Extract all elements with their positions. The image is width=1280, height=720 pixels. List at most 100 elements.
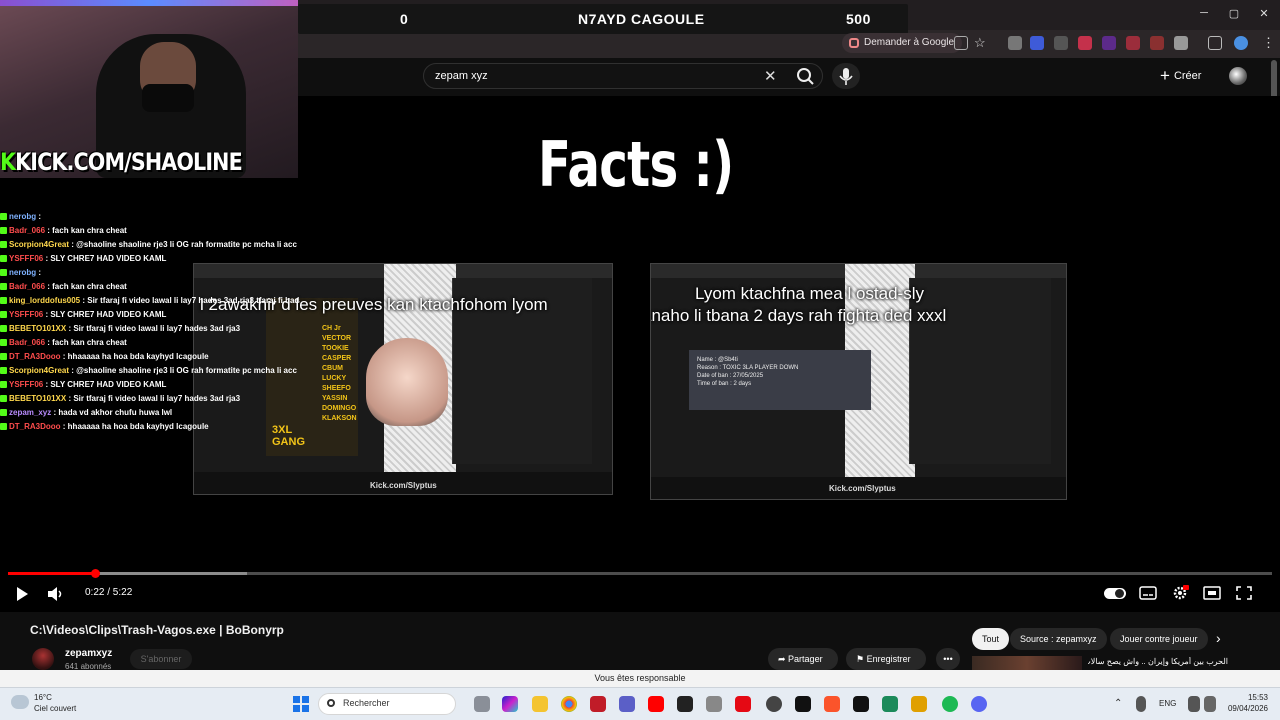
chip-all[interactable]: Tout: [972, 628, 1010, 650]
chat-message: Badr_066 : fach kan chra cheat: [0, 280, 300, 294]
chat-message: YSFFF06 : SLY CHRE7 HAD VIDEO KAML: [0, 252, 300, 266]
chat-message: nerobg :: [0, 210, 300, 224]
file-explorer-icon[interactable]: [532, 696, 548, 712]
wifi-icon[interactable]: [1188, 696, 1200, 712]
app-icon[interactable]: [590, 696, 606, 712]
chat-username: BEBETO101XX: [9, 324, 67, 333]
kick-watermark: Kick.com/Slyptus: [829, 484, 896, 493]
chat-username: YSFFF06: [9, 254, 44, 263]
clock-time[interactable]: 15:53: [1220, 693, 1268, 702]
extension-icon[interactable]: [1102, 36, 1116, 50]
chrome-icon[interactable]: [561, 696, 577, 712]
ask-google-button[interactable]: Demander à Google: [842, 33, 963, 53]
youtube-icon[interactable]: [648, 696, 664, 712]
profile-icon[interactable]: [1234, 36, 1248, 50]
extension-icon[interactable]: [1078, 36, 1092, 50]
video-screenshot-right: Name : @Sb4ti Reason : TOXIC 3LA PLAYER …: [650, 263, 1067, 500]
teams-icon[interactable]: [619, 696, 635, 712]
chip-versus[interactable]: Jouer contre joueur: [1110, 628, 1208, 650]
app-icon[interactable]: [853, 696, 869, 712]
theater-mode-icon[interactable]: [1203, 585, 1221, 601]
volume-icon[interactable]: [47, 586, 63, 602]
microphone-icon[interactable]: [1136, 696, 1146, 712]
recommended-title[interactable]: الحرب بين أمريكا وإيران .. واش يصح سالات: [1088, 657, 1228, 666]
app-icon[interactable]: [795, 696, 811, 712]
app-icon[interactable]: [766, 696, 782, 712]
subtitles-icon[interactable]: [1139, 585, 1157, 601]
maximize-button[interactable]: ▢: [1224, 7, 1244, 20]
close-window-button[interactable]: ✕: [1254, 7, 1274, 20]
video-overlay-title: Facts :): [538, 128, 734, 201]
create-button[interactable]: + Créer: [1160, 66, 1201, 86]
minimize-button[interactable]: ─: [1194, 7, 1214, 19]
subscribe-button[interactable]: S'abonner: [130, 649, 192, 669]
channel-avatar[interactable]: [32, 648, 54, 670]
chat-message: DT_RA3Dooo : hhaaaaa ha hoa bda kayhyd l…: [0, 350, 300, 364]
windows-start-icon[interactable]: [293, 696, 309, 712]
discord-icon[interactable]: [971, 696, 987, 712]
create-label: Créer: [1173, 69, 1202, 82]
chat-message: king_lorddofus005 : Sir tfaraj fi video …: [0, 294, 300, 308]
search-query: zepam xyz: [435, 70, 488, 82]
autoplay-toggle[interactable]: [1104, 588, 1126, 599]
clock-date[interactable]: 09/04/2026: [1220, 704, 1268, 713]
share-button[interactable]: ➦ Partager: [768, 648, 838, 670]
netflix-icon[interactable]: [735, 696, 751, 712]
star-icon[interactable]: ☆: [974, 36, 988, 50]
more-actions-button[interactable]: •••: [936, 648, 960, 670]
chip-source[interactable]: Source : zepamxyz: [1010, 628, 1107, 650]
play-icon[interactable]: [14, 586, 30, 602]
windows-taskbar: [0, 687, 1280, 720]
avatar[interactable]: [1229, 67, 1247, 85]
kebab-menu-icon[interactable]: ⋮: [1262, 36, 1276, 50]
task-view-icon[interactable]: [474, 696, 490, 712]
taskbar-search-input[interactable]: Rechercher: [318, 693, 456, 715]
app-icon[interactable]: [706, 696, 722, 712]
plus-icon: +: [1160, 66, 1170, 85]
search-icon[interactable]: [794, 66, 818, 86]
chat-message: Scorpion4Great : @shaoline shaoline rje3…: [0, 238, 300, 252]
cast-icon[interactable]: [954, 36, 968, 50]
chat-badge-icon: [0, 353, 7, 360]
search-icon: [327, 699, 335, 707]
search-input[interactable]: zepam xyz ✕: [423, 63, 823, 89]
app-icon[interactable]: [882, 696, 898, 712]
save-button[interactable]: ⚑ Enregistrer: [846, 648, 926, 670]
settings-gear-icon[interactable]: [1171, 585, 1189, 601]
app-icon[interactable]: [677, 696, 693, 712]
ask-google-label: Demander à Google: [864, 37, 955, 48]
microphone-icon[interactable]: [832, 63, 860, 89]
tray-chevron-icon[interactable]: ⌃: [1114, 696, 1126, 712]
chat-username: Badr_066: [9, 282, 46, 291]
extension-icon[interactable]: [1126, 36, 1140, 50]
recommended-thumbnail[interactable]: [972, 656, 1082, 670]
extension-icon[interactable]: [1030, 36, 1044, 50]
chat-username: BEBETO101XX: [9, 394, 67, 403]
input-language[interactable]: ENG: [1159, 699, 1176, 708]
progress-scrubber[interactable]: [91, 569, 100, 578]
kick-channel-banner: KKICK.COM/SHAOLINE: [0, 148, 258, 180]
chat-separator: :: [36, 268, 41, 277]
chat-badge-icon: [0, 325, 7, 332]
overlay-title: N7AYD CAGOULE: [578, 11, 705, 27]
speaker-icon[interactable]: [1204, 696, 1216, 712]
spotify-icon[interactable]: [942, 696, 958, 712]
channel-name[interactable]: zepamxyz: [65, 648, 112, 659]
chat-text: SLY CHRE7 HAD VIDEO KAML: [50, 254, 167, 263]
clear-search-icon[interactable]: ✕: [764, 67, 777, 85]
app-icon[interactable]: [911, 696, 927, 712]
puzzle-icon[interactable]: [1208, 36, 1222, 50]
extension-icon[interactable]: [1008, 36, 1022, 50]
extension-icon[interactable]: [1150, 36, 1164, 50]
extension-icon[interactable]: [1054, 36, 1068, 50]
copilot-icon[interactable]: [502, 696, 518, 712]
weather-description[interactable]: Ciel couvert: [34, 704, 76, 713]
weather-temperature[interactable]: 16°C: [34, 693, 52, 702]
chat-username: nerobg: [9, 268, 37, 277]
extension-icon[interactable]: [1174, 36, 1188, 50]
chevron-right-icon[interactable]: ›: [1216, 630, 1221, 646]
fullscreen-icon[interactable]: [1235, 585, 1253, 601]
chat-message: BEBETO101XX : Sir tfaraj fi video lawal …: [0, 392, 300, 406]
cloud-icon[interactable]: [11, 695, 29, 709]
brave-icon[interactable]: [824, 696, 840, 712]
